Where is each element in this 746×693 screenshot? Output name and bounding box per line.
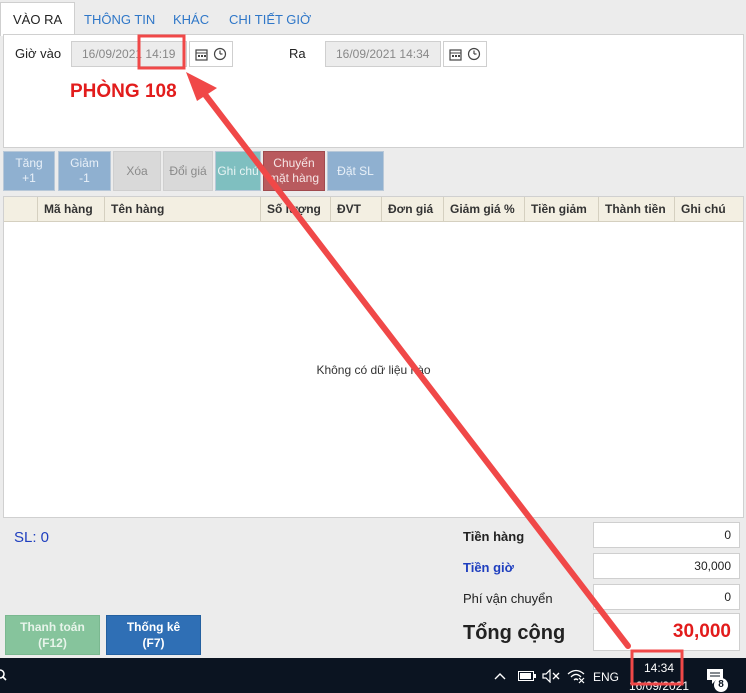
decrease-sub: -1 [79, 171, 90, 185]
notification-badge: 8 [714, 678, 728, 692]
pay-shortcut: (F12) [38, 636, 67, 650]
wifi-icon[interactable] [567, 668, 585, 684]
tab-thong-tin[interactable]: THÔNG TIN [72, 4, 167, 35]
total-value: 30,000 [593, 613, 740, 651]
calendar-icon[interactable] [449, 48, 462, 61]
move-item-button[interactable]: Chuyển mặt hàng [263, 151, 325, 191]
col-ghi-chu[interactable]: Ghi chú [675, 197, 743, 222]
decrease-button[interactable]: Giảm -1 [58, 151, 111, 191]
language-indicator[interactable]: ENG [593, 670, 619, 684]
col-don-gia[interactable]: Đơn giá [382, 197, 444, 222]
tien-hang-value: 0 [593, 522, 740, 548]
col-so-luong[interactable]: Số lượng [261, 197, 331, 222]
clock-time[interactable]: 14:34 [644, 661, 674, 675]
time-in-label: Giờ vào [15, 46, 62, 61]
time-in-field[interactable]: 16/09/2021 14:19 [71, 41, 187, 67]
set-quantity-button[interactable]: Đặt SL [327, 151, 384, 191]
windows-taskbar: ENG 14:34 16/09/2021 8 [0, 658, 746, 693]
tab-vao-ra[interactable]: VÀO RA [0, 2, 76, 36]
room-label: PHÒNG 108 [70, 81, 177, 102]
tien-hang-label: Tiền hàng [463, 529, 525, 544]
move-item-label: Chuyển [273, 156, 315, 170]
search-icon[interactable] [0, 668, 8, 682]
increase-sub: +1 [22, 171, 36, 185]
col-giam-gia[interactable]: Giảm giá % [444, 197, 525, 222]
check-in-panel: Giờ vào 16/09/2021 14:19 Ra 16/09/2021 1… [3, 34, 744, 148]
note-button[interactable]: Ghi chú [215, 151, 261, 191]
decrease-label: Giảm [70, 156, 99, 170]
col-selector [4, 197, 38, 222]
time-out-field[interactable]: 16/09/2021 14:34 [325, 41, 441, 67]
stats-label: Thống kê [126, 620, 181, 634]
delete-button[interactable]: Xóa [113, 151, 161, 191]
col-ten-hang[interactable]: Tên hàng [105, 197, 261, 222]
tab-chi-tiet-gio[interactable]: CHI TIẾT GIỜ [217, 4, 323, 35]
stats-shortcut: (F7) [142, 636, 165, 650]
item-count: SL: 0 [14, 529, 50, 546]
col-dvt[interactable]: ĐVT [331, 197, 382, 222]
summary-panel: SL: 0 Tiền hàng 0 Tiền giờ 30,000 Phí vậ… [3, 520, 744, 658]
grid-header: Mã hàng Tên hàng Số lượng ĐVT Đơn giá Gi… [4, 197, 743, 222]
stats-button[interactable]: Thống kê (F7) [106, 615, 201, 655]
chevron-up-icon[interactable] [494, 671, 506, 681]
tab-bar: VÀO RA THÔNG TIN KHÁC CHI TIẾT GIỜ [0, 0, 746, 36]
time-in-pickers [189, 41, 233, 67]
pay-button[interactable]: Thanh toán (F12) [5, 615, 100, 655]
tien-gio-value: 30,000 [593, 553, 740, 579]
time-out-label: Ra [289, 46, 306, 61]
time-out-pickers [443, 41, 487, 67]
change-price-button[interactable]: Đổi giá [163, 151, 213, 191]
calendar-icon[interactable] [195, 48, 208, 61]
col-ma-hang[interactable]: Mã hàng [38, 197, 105, 222]
battery-icon[interactable] [518, 670, 536, 682]
col-thanh-tien[interactable]: Thành tiền [599, 197, 675, 222]
tien-gio-label[interactable]: Tiền giờ [463, 560, 514, 575]
increase-button[interactable]: Tăng +1 [3, 151, 55, 191]
tab-khac[interactable]: KHÁC [161, 4, 221, 35]
col-tien-giam[interactable]: Tiền giảm [525, 197, 599, 222]
clock-icon[interactable] [213, 47, 227, 61]
clock-icon[interactable] [467, 47, 481, 61]
speaker-muted-icon[interactable] [542, 669, 560, 683]
phi-van-chuyen-field[interactable]: 0 [593, 584, 740, 610]
move-item-sub: mặt hàng [268, 171, 320, 185]
total-label: Tổng cộng [463, 622, 566, 644]
empty-message: Không có dữ liệu nào [316, 363, 431, 377]
item-toolbar: Tăng +1 Giảm -1 Xóa Đổi giá Ghi chú Chuyển… [3, 151, 744, 192]
increase-label: Tăng [15, 156, 43, 170]
pay-label: Thanh toán [20, 620, 85, 634]
items-grid: Mã hàng Tên hàng Số lượng ĐVT Đơn giá Gi… [3, 196, 744, 518]
phi-van-chuyen-label: Phí vận chuyển [463, 591, 553, 606]
clock-date[interactable]: 16/09/2021 [629, 679, 689, 693]
